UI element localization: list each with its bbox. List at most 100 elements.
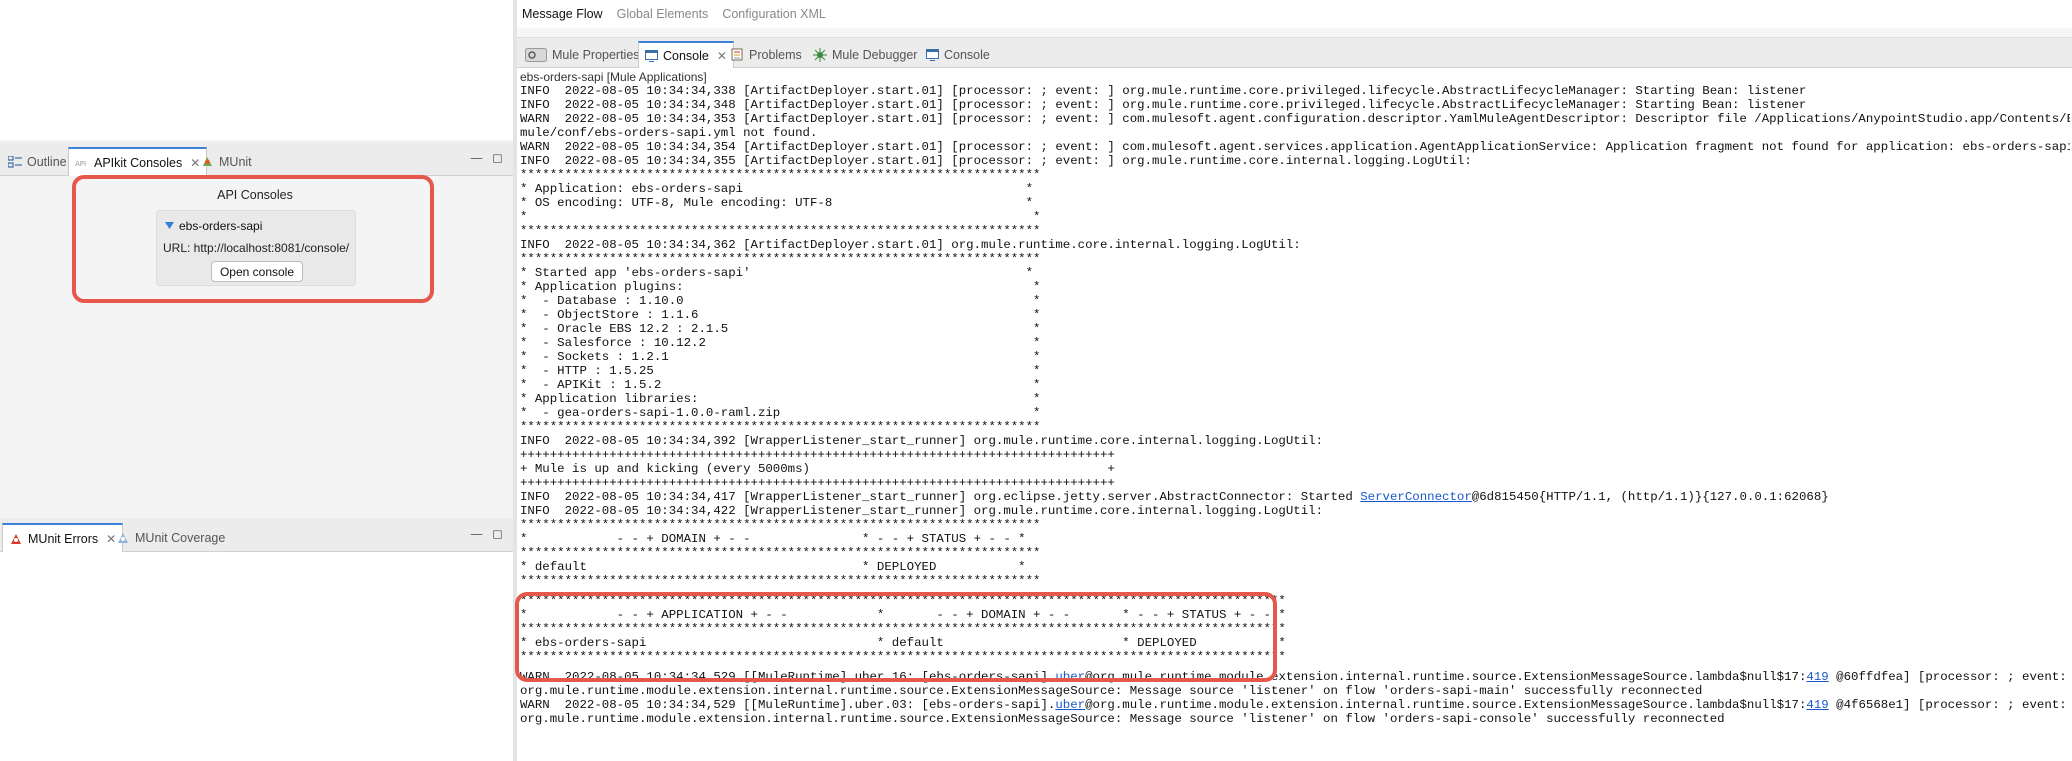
editor-separator — [517, 28, 2072, 38]
log-link[interactable]: ServerConnector — [1360, 490, 1472, 504]
log-line: ****************************************… — [520, 594, 2070, 608]
tab-outline[interactable]: Outline — [2, 147, 73, 176]
log-line: * Application plugins: * — [520, 280, 2070, 294]
log-text: * Application libraries: * — [520, 392, 1041, 406]
log-line: ****************************************… — [520, 420, 2070, 434]
log-line: * OS encoding: UTF-8, Mule encoding: UTF… — [520, 196, 2070, 210]
tab-mule-properties-label: Mule Properties — [552, 47, 640, 62]
log-line: * - ObjectStore : 1.1.6 * — [520, 308, 2070, 322]
tab-global-elements[interactable]: Global Elements — [617, 7, 709, 21]
log-text: * Application plugins: * — [520, 280, 1041, 294]
log-line: * - Oracle EBS 12.2 : 2.1.5 * — [520, 322, 2070, 336]
tab-console-active-label: Console — [663, 48, 709, 63]
api-consoles-title: API Consoles — [217, 188, 293, 202]
api-app-row[interactable]: ebs-orders-sapi — [165, 219, 262, 233]
log-text: ****************************************… — [520, 574, 1041, 588]
right-pane: Message Flow Global Elements Configurati… — [515, 0, 2072, 761]
log-link[interactable]: 419 — [1806, 670, 1828, 684]
log-line: * - HTTP : 1.5.25 * — [520, 364, 2070, 378]
log-line: INFO 2022-08-05 10:34:34,348 [ArtifactDe… — [520, 98, 2070, 112]
log-line: ++++++++++++++++++++++++++++++++++++++++… — [520, 448, 2070, 462]
api-app-name: ebs-orders-sapi — [179, 219, 263, 233]
log-line: INFO 2022-08-05 10:34:34,338 [ArtifactDe… — [520, 84, 2070, 98]
log-line: ****************************************… — [520, 168, 2070, 182]
log-line: * - - + APPLICATION + - - * - - + DOMAIN… — [520, 608, 2070, 622]
editor-tabs: Message Flow Global Elements Configurati… — [517, 0, 2072, 28]
log-text: org.mule.runtime.module.extension.intern… — [520, 712, 1725, 726]
munit-tabbar: MUnit Errors ✕ MUnit Coverage — ◻ — [0, 518, 513, 552]
maximize-icon[interactable]: ◻ — [492, 527, 503, 542]
log-text: ****************************************… — [520, 650, 1286, 664]
log-text: @6d815450{HTTP/1.1, (http/1.1)}{127.0.0.… — [1471, 490, 1829, 504]
log-text: * default * DEPLOYED * — [520, 560, 1026, 574]
tab-munit-label: MUnit — [219, 154, 252, 169]
log-text: * Application: ebs-orders-sapi * — [520, 182, 1034, 196]
munit-coverage-icon — [116, 531, 130, 544]
maximize-icon[interactable]: ◻ — [492, 151, 503, 166]
minimize-icon[interactable]: — — [470, 151, 483, 166]
log-text: * Started app 'ebs-orders-sapi' * — [520, 266, 1034, 280]
tab-console-second-label: Console — [944, 47, 990, 62]
open-console-button[interactable]: Open console — [211, 261, 303, 282]
log-text: * - HTTP : 1.5.25 * — [520, 364, 1041, 378]
tab-problems[interactable]: Problems — [725, 41, 808, 68]
problems-icon — [731, 48, 744, 61]
tab-apikit-consoles[interactable]: API APIkit Consoles ✕ — [68, 147, 208, 176]
log-text: @60ffdfea] [processor: ; event: ] — [1828, 670, 2070, 684]
log-line: ****************************************… — [520, 650, 2070, 664]
left-pane: Outline API APIkit Consoles ✕ MUnit — ◻ … — [0, 0, 513, 761]
log-line: WARN 2022-08-05 10:34:34,529 [[MuleRunti… — [520, 670, 2070, 684]
tab-mule-debugger[interactable]: Mule Debugger — [807, 41, 923, 68]
log-line: ****************************************… — [520, 224, 2070, 238]
tab-configuration-xml[interactable]: Configuration XML — [722, 7, 826, 21]
tab-munit-errors-label: MUnit Errors — [28, 531, 99, 546]
log-text: ****************************************… — [520, 168, 1041, 182]
console-log[interactable]: INFO 2022-08-05 10:34:34,338 [ArtifactDe… — [520, 84, 2070, 761]
log-link[interactable]: uber — [1055, 670, 1085, 684]
log-text: WARN 2022-08-05 10:34:34,354 [ArtifactDe… — [520, 140, 2070, 154]
log-text: ****************************************… — [520, 594, 1286, 608]
log-line: ****************************************… — [520, 252, 2070, 266]
log-text: * - - + APPLICATION + - - * - - + DOMAIN… — [520, 608, 1286, 622]
log-text: WARN 2022-08-05 10:34:34,529 [[MuleRunti… — [520, 698, 1056, 712]
tab-message-flow[interactable]: Message Flow — [522, 7, 603, 21]
log-line: WARN 2022-08-05 10:34:34,529 [[MuleRunti… — [520, 698, 2070, 712]
log-line: * Application libraries: * — [520, 392, 2070, 406]
log-line: * * — [520, 210, 2070, 224]
log-link[interactable]: 419 — [1806, 698, 1828, 712]
log-line: ****************************************… — [520, 574, 2070, 588]
properties-icon — [525, 47, 547, 62]
log-text: INFO 2022-08-05 10:34:34,338 [ArtifactDe… — [520, 84, 1807, 98]
tab-mule-debugger-label: Mule Debugger — [832, 47, 918, 62]
log-line: * Application: ebs-orders-sapi * — [520, 182, 2070, 196]
log-link[interactable]: uber — [1055, 698, 1085, 712]
tab-mule-properties[interactable]: Mule Properties — [519, 41, 646, 68]
api-console-url: URL: http://localhost:8081/console/ — [163, 241, 350, 255]
log-text: ****************************************… — [520, 546, 1041, 560]
log-line: + Mule is up and kicking (every 5000ms) … — [520, 462, 2070, 476]
console-icon — [645, 49, 658, 62]
log-text: ****************************************… — [520, 252, 1041, 266]
log-text: * - Oracle EBS 12.2 : 2.1.5 * — [520, 322, 1041, 336]
minimize-icon[interactable]: — — [470, 527, 483, 542]
log-line: WARN 2022-08-05 10:34:34,354 [ArtifactDe… — [520, 140, 2070, 154]
console-tabbar: Mule Properties Console ✕ Problems Mule … — [517, 38, 2072, 68]
log-text: * ebs-orders-sapi * default * DEPLOYED * — [520, 636, 1286, 650]
svg-text:API: API — [75, 160, 86, 168]
outline-tabbar: Outline API APIkit Consoles ✕ MUnit — ◻ — [0, 142, 513, 176]
expand-triangle-icon[interactable] — [165, 219, 174, 233]
tab-console-active[interactable]: Console ✕ — [638, 41, 734, 68]
log-text: * OS encoding: UTF-8, Mule encoding: UTF… — [520, 196, 1034, 210]
log-line: ++++++++++++++++++++++++++++++++++++++++… — [520, 476, 2070, 490]
log-line: * - Database : 1.10.0 * — [520, 294, 2070, 308]
tab-console-second[interactable]: Console — [920, 41, 996, 68]
log-line: * - - + DOMAIN + - - * - - + STATUS + - … — [520, 532, 2070, 546]
tab-munit-coverage[interactable]: MUnit Coverage — [110, 523, 231, 552]
tab-munit[interactable]: MUnit — [195, 147, 258, 176]
tab-munit-errors[interactable]: MUnit Errors ✕ — [2, 523, 124, 552]
log-line: ****************************************… — [520, 546, 2070, 560]
console-icon — [926, 48, 939, 61]
log-text: ++++++++++++++++++++++++++++++++++++++++… — [520, 476, 1115, 490]
log-text: * - gea-orders-sapi-1.0.0-raml.zip * — [520, 406, 1041, 420]
console-title: ebs-orders-sapi [Mule Applications] — [520, 70, 707, 84]
